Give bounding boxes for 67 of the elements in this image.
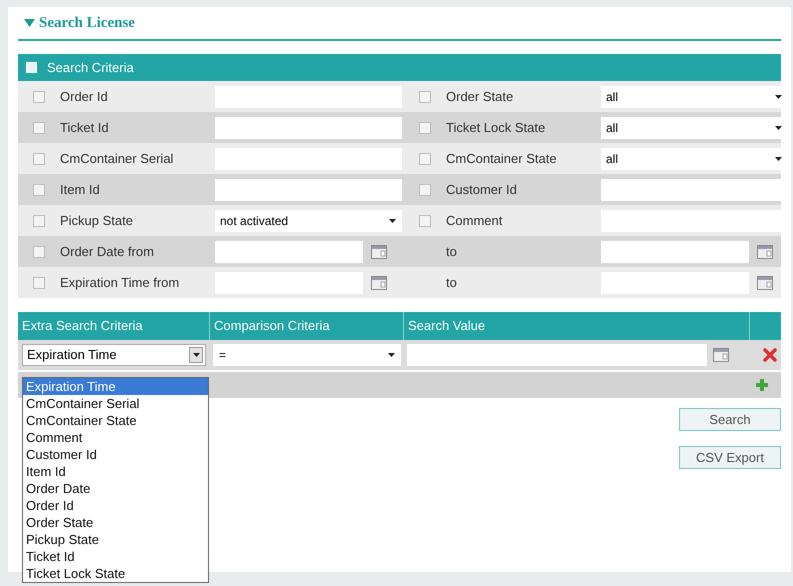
checkbox[interactable] [33, 90, 45, 102]
dropdown-option[interactable]: Ticket Id [23, 548, 208, 565]
field-label: Ticket Id [60, 118, 110, 137]
dropdown-option[interactable]: CmContainer State [23, 412, 208, 429]
date-field[interactable] [215, 240, 363, 262]
dropdown-option[interactable]: Order Date [23, 480, 208, 497]
dropdown-option[interactable]: CmContainer Serial [23, 395, 208, 412]
caret-icon[interactable] [775, 94, 782, 98]
field-label: Pickup State [60, 212, 134, 230]
caret-icon[interactable] [775, 126, 782, 130]
checkbox[interactable] [419, 122, 431, 134]
field-label: Order Date from [60, 242, 155, 261]
checkbox[interactable] [419, 152, 431, 164]
caret-icon[interactable] [189, 347, 203, 363]
checkbox[interactable] [33, 276, 45, 288]
date-field[interactable] [601, 240, 749, 262]
field-label: Comment [446, 212, 504, 230]
calendar-icon[interactable] [713, 348, 729, 362]
field-label: to [446, 242, 458, 261]
calendar-icon[interactable] [371, 276, 387, 290]
checkbox[interactable] [33, 214, 45, 226]
column-header: Search Value [408, 317, 486, 336]
field-label: Order Id [60, 88, 109, 106]
action-button[interactable]: CSV Export [679, 446, 781, 469]
checkbox[interactable] [33, 122, 45, 134]
dropdown-option[interactable]: Item Id [23, 463, 208, 480]
field-label: Order State [446, 88, 514, 106]
checkbox[interactable] [33, 246, 45, 258]
field-label: CmContainer State [446, 150, 558, 168]
field-label: to [446, 274, 458, 292]
caret-icon[interactable] [775, 156, 782, 160]
column-header: Comparison Criteria [214, 317, 330, 336]
text-field[interactable] [215, 178, 402, 200]
caret-icon[interactable] [388, 353, 395, 357]
section-title: Search License [39, 14, 135, 33]
checkbox[interactable] [419, 184, 431, 196]
dropdown-option[interactable]: Order State [23, 514, 208, 531]
checkbox[interactable] [419, 90, 431, 102]
calendar-icon[interactable] [757, 276, 773, 290]
dropdown-option[interactable]: Order Id [23, 497, 208, 514]
checkbox[interactable] [33, 152, 45, 164]
select-dropdown[interactable]: not activated [215, 210, 402, 232]
column-header: Extra Search Criteria [22, 317, 143, 336]
text-field[interactable] [215, 116, 402, 138]
caret-icon[interactable] [389, 218, 396, 222]
action-button[interactable]: Search [679, 408, 781, 431]
collapse-icon[interactable] [24, 19, 35, 27]
dropdown-option[interactable]: Pickup State [23, 531, 208, 548]
field-label: Ticket Lock State [446, 118, 546, 137]
search-value-field[interactable] [407, 344, 707, 366]
field-label: Item Id [60, 180, 101, 199]
dropdown-option[interactable]: Comment [23, 429, 208, 446]
dropdown-option[interactable]: Ticket Lock State [23, 565, 208, 582]
checkbox[interactable] [419, 214, 431, 226]
add-icon[interactable] [755, 378, 769, 392]
comparison-dropdown[interactable]: = [213, 344, 401, 366]
criterion-dropdown[interactable]: Expiration Time [22, 344, 206, 366]
calendar-icon[interactable] [371, 244, 387, 258]
dropdown-option[interactable]: Expiration Time [23, 378, 208, 395]
field-label: Customer Id [446, 180, 518, 199]
field-label: CmContainer Serial [60, 150, 174, 168]
checkbox[interactable] [33, 184, 45, 196]
field-label: Expiration Time from [60, 274, 180, 292]
delete-icon[interactable] [762, 348, 776, 362]
dropdown-option[interactable]: Customer Id [23, 446, 208, 463]
calendar-icon[interactable] [757, 244, 773, 258]
panel-title: Search Criteria [47, 58, 134, 77]
